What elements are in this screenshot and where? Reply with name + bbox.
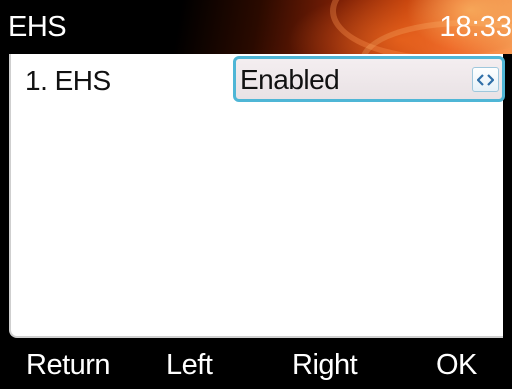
- right-softkey[interactable]: Right: [292, 348, 358, 382]
- ok-softkey[interactable]: OK: [436, 348, 477, 382]
- return-softkey[interactable]: Return: [26, 348, 111, 382]
- title-bar: EHS 18:33: [0, 0, 512, 54]
- setting-row-ehs[interactable]: 1. EHS Enabled: [11, 54, 505, 110]
- left-softkey[interactable]: Left: [166, 348, 213, 382]
- clock: 18:33: [439, 11, 512, 43]
- phone-screen: EHS 18:33 1. EHS Enabled Return Left Rig…: [0, 0, 512, 389]
- left-right-arrows-icon[interactable]: [472, 67, 499, 92]
- ehs-value: Enabled: [240, 64, 340, 95]
- softkey-bar: Return Left Right OK: [0, 338, 512, 389]
- page-title: EHS: [8, 11, 67, 43]
- settings-panel: 1. EHS Enabled: [9, 54, 505, 338]
- setting-label-ehs: 1. EHS: [25, 65, 111, 96]
- ehs-value-selector[interactable]: Enabled: [233, 56, 505, 102]
